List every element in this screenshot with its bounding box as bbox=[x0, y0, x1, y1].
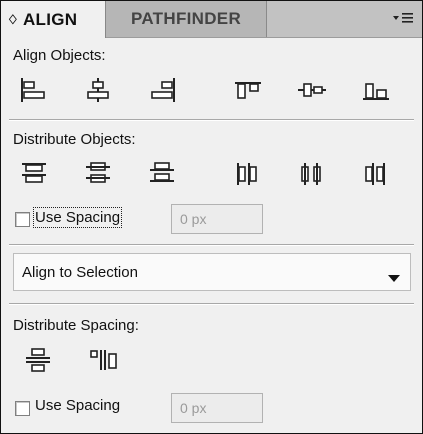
use-spacing-label-2[interactable]: Use Spacing bbox=[35, 397, 120, 414]
tab-pathfinder-label: PATHFINDER bbox=[130, 9, 242, 28]
vertical-align-bottom-icon[interactable] bbox=[361, 77, 391, 103]
align-objects-row bbox=[1, 77, 422, 107]
horizontal-align-right-icon[interactable] bbox=[147, 77, 177, 103]
distribute-spacing-row bbox=[1, 347, 422, 377]
align-to-selected-value: Align to Selection bbox=[22, 264, 138, 281]
divider bbox=[9, 244, 414, 246]
collapse-caret-icon[interactable]: ♢ bbox=[7, 12, 19, 28]
vertical-distribute-center-icon[interactable] bbox=[83, 161, 113, 187]
horizontal-align-left-icon[interactable] bbox=[19, 77, 49, 103]
horizontal-distribute-center-icon[interactable] bbox=[297, 161, 327, 187]
vertical-distribute-top-icon[interactable] bbox=[19, 161, 49, 187]
horizontal-distribute-left-icon[interactable] bbox=[233, 161, 263, 187]
vertical-distribute-bottom-icon[interactable] bbox=[147, 161, 177, 187]
use-spacing-label[interactable]: Use Spacing bbox=[32, 207, 123, 228]
chevron-down-icon bbox=[388, 268, 400, 282]
distribute-objects-label: Distribute Objects: bbox=[13, 131, 136, 148]
horizontal-distribute-right-icon[interactable] bbox=[361, 161, 391, 187]
vertical-align-center-icon[interactable] bbox=[297, 77, 327, 103]
distribute-spacing-label: Distribute Spacing: bbox=[13, 317, 139, 334]
use-spacing-checkbox-2[interactable] bbox=[15, 401, 30, 416]
horizontal-align-center-icon[interactable] bbox=[83, 77, 113, 103]
tab-bar: ♢ ALIGN PATHFINDER bbox=[1, 1, 422, 38]
align-objects-label: Align Objects: bbox=[13, 47, 106, 64]
use-spacing-checkbox[interactable] bbox=[15, 212, 30, 227]
divider bbox=[9, 119, 414, 121]
align-panel: ♢ ALIGN PATHFINDER Align Objects: Distri… bbox=[0, 0, 423, 434]
divider bbox=[9, 303, 414, 305]
vertical-align-top-icon[interactable] bbox=[233, 77, 263, 103]
tab-align-label: ALIGN bbox=[22, 9, 78, 29]
tab-align[interactable]: ♢ ALIGN bbox=[1, 1, 106, 38]
distribute-objects-row bbox=[1, 161, 422, 191]
panel-menu-icon[interactable] bbox=[392, 10, 414, 28]
vertical-distribute-space-icon[interactable] bbox=[23, 347, 53, 373]
spacing-value-field-2[interactable]: 0 px bbox=[171, 393, 263, 423]
horizontal-distribute-space-icon[interactable] bbox=[89, 347, 119, 373]
spacing-value-field[interactable]: 0 px bbox=[171, 204, 263, 234]
tab-pathfinder[interactable]: PATHFINDER bbox=[106, 1, 267, 37]
align-to-dropdown[interactable]: Align to Selection bbox=[13, 253, 411, 291]
